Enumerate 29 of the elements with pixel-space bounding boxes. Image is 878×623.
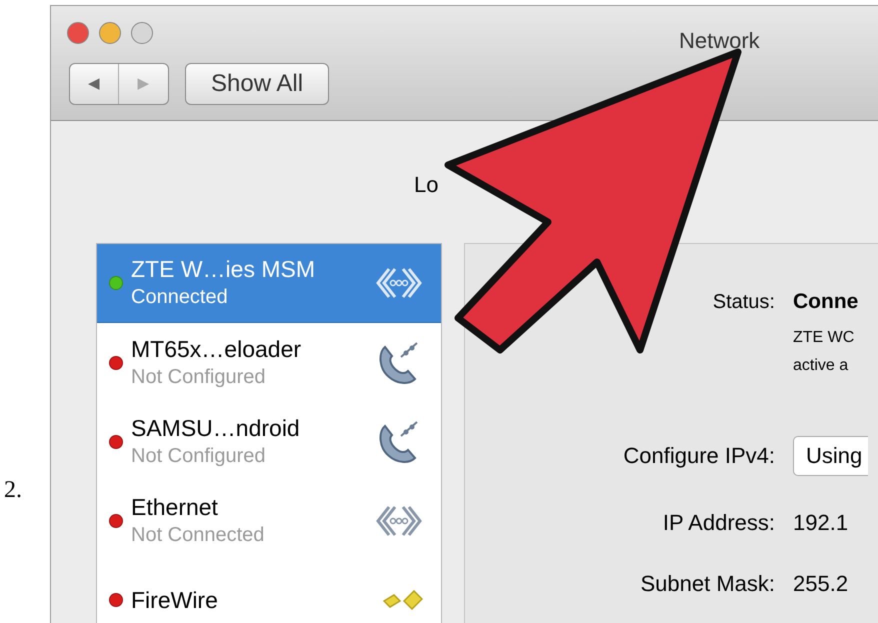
service-name: FireWire [131, 586, 219, 614]
status-description: active a [793, 356, 850, 376]
field-value: 192.1 [793, 508, 850, 536]
service-name: Ethernet [131, 492, 219, 520]
window-title: Network [679, 27, 760, 55]
service-status: Connected [131, 285, 229, 310]
service-status: Not Configured [131, 444, 267, 468]
configure-ipv4-popup[interactable]: Using [793, 436, 868, 476]
location-label: Lo [414, 172, 438, 197]
service-name: MT65x…eloader [131, 334, 302, 362]
service-name: SAMSU…ndroid [131, 414, 301, 442]
service-status: Not Connected [131, 522, 266, 548]
service-item[interactable]: ZTE W…ies MSM Connected [97, 244, 441, 323]
field-label: Configure IPv4: [622, 442, 775, 470]
status-description: ZTE WC [793, 328, 856, 348]
service-name: ZTE W…ies MSM [131, 255, 316, 283]
zoom-button[interactable] [131, 22, 153, 44]
step-number: 2. [4, 476, 22, 505]
firewire-icon [383, 590, 423, 610]
service-status: Not Configured [131, 364, 267, 390]
show-all-button[interactable]: Show All [185, 63, 330, 105]
status-value: Conne [793, 289, 860, 315]
back-button[interactable]: ◀ [70, 64, 119, 104]
close-button[interactable] [67, 22, 89, 44]
field-value: 255.2 [793, 570, 850, 598]
minimize-button[interactable] [99, 22, 121, 44]
field-label: IP Address: [662, 508, 775, 536]
status-label: Status: [712, 290, 775, 315]
field-label: Subnet Mask: [639, 570, 775, 598]
